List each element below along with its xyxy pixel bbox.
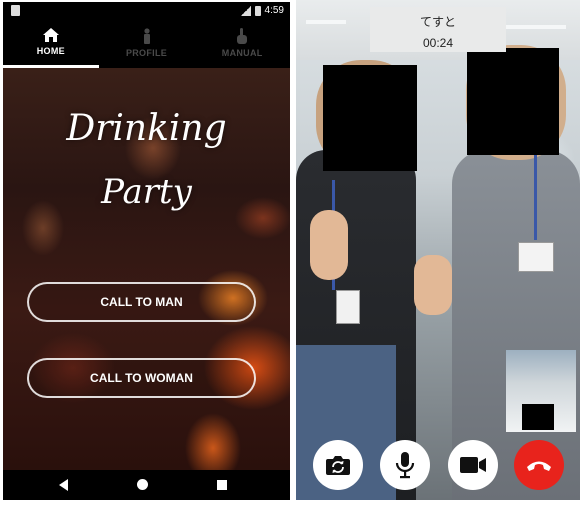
app-home-screen: 4:59 HOME PROFILE MANUAL Drinking Party …: [3, 2, 290, 500]
app-title-line1: Drinking: [66, 108, 227, 149]
ceiling-light: [306, 20, 346, 24]
call-to-woman-button[interactable]: CALL TO WOMAN: [27, 358, 256, 398]
camera-switch-icon: [326, 456, 350, 475]
tab-profile-label: PROFILE: [125, 48, 168, 58]
video-call-screen: てすと 00:24: [296, 0, 580, 500]
back-icon[interactable]: [59, 479, 68, 491]
house-icon: [42, 28, 59, 42]
id-badge: [336, 290, 360, 324]
home-background: Drinking Party CALL TO MAN CALL TO WOMAN: [3, 68, 290, 470]
top-tab-bar: HOME PROFILE MANUAL: [3, 20, 290, 68]
self-view-preview[interactable]: [506, 350, 576, 432]
system-nav-bar: [3, 470, 290, 500]
status-bar: 4:59: [3, 2, 290, 20]
status-time: 4:59: [264, 5, 284, 16]
person-icon: [143, 28, 150, 44]
caller-info: てすと 00:24: [370, 7, 506, 52]
recents-icon[interactable]: [217, 480, 227, 490]
thumbs-up-hand: [414, 255, 452, 315]
tab-home-label: HOME: [36, 46, 65, 56]
video-toggle-button[interactable]: [448, 440, 498, 490]
tab-manual[interactable]: MANUAL: [194, 20, 290, 68]
mute-button[interactable]: [380, 440, 430, 490]
status-icons: 4:59: [240, 5, 284, 16]
microphone-icon: [395, 452, 415, 479]
tab-manual-label: MANUAL: [221, 48, 263, 58]
tab-profile[interactable]: PROFILE: [99, 20, 195, 68]
thumbs-up-hand: [310, 210, 348, 280]
home-icon[interactable]: [137, 479, 148, 490]
call-timer: 00:24: [422, 36, 454, 50]
battery-icon: [254, 5, 261, 16]
video-camera-icon: [460, 457, 486, 473]
signal-icon: [240, 5, 251, 16]
end-call-button[interactable]: [514, 440, 564, 490]
face-censor-box: [467, 48, 559, 155]
caller-name: てすと: [419, 15, 456, 29]
hand-pointer-icon: [237, 28, 248, 44]
call-to-man-button[interactable]: CALL TO MAN: [27, 282, 256, 322]
app-title-line2: Party: [101, 172, 192, 212]
face-censor-box: [323, 65, 417, 171]
face-censor-box: [522, 404, 554, 430]
tab-home[interactable]: HOME: [3, 20, 99, 68]
notification-icon: [11, 5, 20, 16]
ceiling-light: [506, 25, 566, 29]
switch-camera-button[interactable]: [313, 440, 363, 490]
lanyard: [534, 150, 537, 240]
phone-hangup-icon: [527, 461, 551, 471]
id-badge: [518, 242, 554, 272]
